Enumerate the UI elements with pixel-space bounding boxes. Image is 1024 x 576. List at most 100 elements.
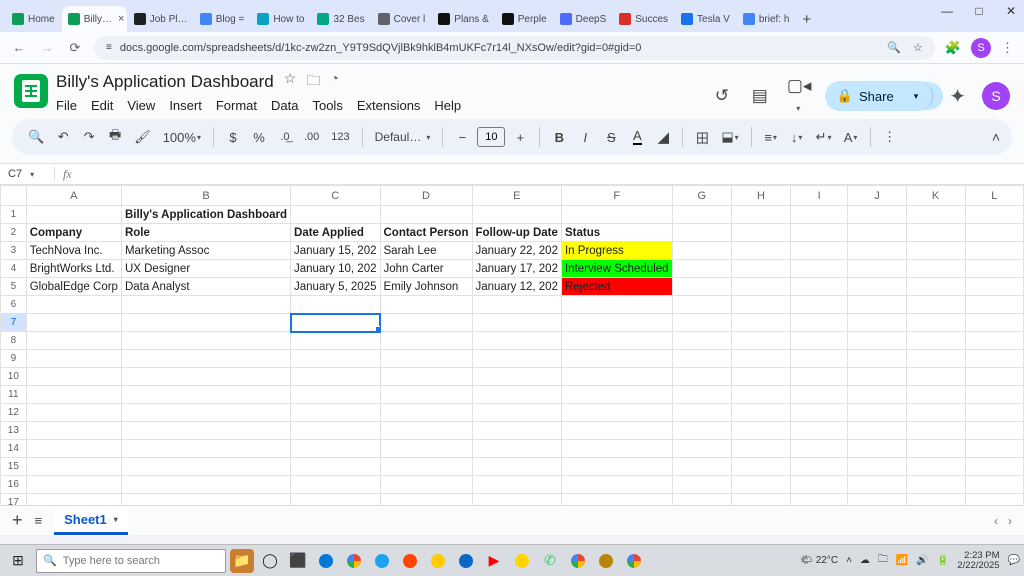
sheet-tab[interactable]: Sheet1 ▾ xyxy=(54,507,128,535)
cell[interactable] xyxy=(291,368,380,386)
cell[interactable] xyxy=(848,350,906,368)
row-header[interactable]: 1 xyxy=(1,206,27,224)
h-align-button[interactable]: ≡▾ xyxy=(760,124,782,150)
menu-item[interactable]: Tools xyxy=(312,98,342,113)
menu-item[interactable]: Help xyxy=(434,98,461,113)
column-header[interactable]: A xyxy=(26,186,121,206)
bold-button[interactable]: B xyxy=(548,124,570,150)
cell[interactable] xyxy=(291,404,380,422)
cell[interactable] xyxy=(472,458,561,476)
cell[interactable] xyxy=(26,440,121,458)
name-box[interactable]: C7▾ xyxy=(0,168,46,180)
cell[interactable] xyxy=(472,494,561,506)
cell[interactable] xyxy=(791,206,848,224)
cell[interactable] xyxy=(291,440,380,458)
cell[interactable] xyxy=(672,332,731,350)
cell[interactable] xyxy=(472,476,561,494)
cell[interactable] xyxy=(121,458,290,476)
cell[interactable] xyxy=(121,314,290,332)
cell[interactable] xyxy=(26,476,121,494)
font-size-input[interactable]: 10 xyxy=(477,127,505,147)
cell[interactable] xyxy=(791,350,848,368)
row-header[interactable]: 10 xyxy=(1,368,27,386)
cell[interactable] xyxy=(848,440,906,458)
cell[interactable] xyxy=(672,350,731,368)
cell[interactable] xyxy=(26,206,121,224)
taskbar-app[interactable] xyxy=(314,549,338,573)
browser-tab[interactable]: Job Pl… xyxy=(128,6,193,32)
cell[interactable] xyxy=(906,296,965,314)
cell[interactable] xyxy=(672,296,731,314)
tray-chevron-icon[interactable]: ˄ xyxy=(846,555,852,566)
wrap-button[interactable]: ↵▾ xyxy=(812,124,836,150)
taskbar-app[interactable] xyxy=(510,549,534,573)
cell[interactable] xyxy=(472,368,561,386)
cell[interactable] xyxy=(26,368,121,386)
row-header[interactable]: 8 xyxy=(1,332,27,350)
cell[interactable] xyxy=(380,386,472,404)
cell[interactable]: Follow-up Date xyxy=(472,224,561,242)
cell[interactable] xyxy=(472,404,561,422)
cell[interactable] xyxy=(848,296,906,314)
cell[interactable] xyxy=(906,224,965,242)
cell[interactable] xyxy=(791,404,848,422)
taskbar-clock[interactable]: 2:23 PM2/22/2025 xyxy=(957,551,999,571)
cell[interactable] xyxy=(472,386,561,404)
cell[interactable] xyxy=(672,404,731,422)
cell[interactable] xyxy=(672,242,731,260)
cell[interactable] xyxy=(848,278,906,296)
taskbar-app[interactable] xyxy=(426,549,450,573)
all-sheets-button[interactable]: ≡ xyxy=(35,513,43,528)
cell[interactable] xyxy=(731,476,790,494)
cell[interactable] xyxy=(380,296,472,314)
cell[interactable] xyxy=(472,440,561,458)
back-button[interactable]: ← xyxy=(10,40,28,55)
tab-close-icon[interactable]: × xyxy=(118,13,124,25)
paint-format-button[interactable]: 🖌 xyxy=(130,124,155,150)
cell[interactable]: January 17, 202 xyxy=(472,260,561,278)
cell[interactable] xyxy=(380,440,472,458)
cell[interactable] xyxy=(965,350,1024,368)
cell[interactable] xyxy=(906,494,965,506)
browser-tab[interactable]: Cover l xyxy=(372,6,432,32)
taskbar-app[interactable]: ▶ xyxy=(482,549,506,573)
cell[interactable]: In Progress xyxy=(561,242,672,260)
browser-tab[interactable]: Succes xyxy=(613,6,674,32)
cell[interactable] xyxy=(731,440,790,458)
cell[interactable]: January 10, 202 xyxy=(291,260,380,278)
menu-item[interactable]: File xyxy=(56,98,77,113)
browser-tab[interactable]: How to xyxy=(251,6,310,32)
print-button[interactable]: 🖶 xyxy=(104,124,126,150)
menu-item[interactable]: Data xyxy=(271,98,298,113)
tray-icon[interactable]: 🗀 xyxy=(878,552,888,569)
cell[interactable] xyxy=(906,476,965,494)
cell[interactable] xyxy=(906,422,965,440)
cell[interactable] xyxy=(472,422,561,440)
cell[interactable] xyxy=(906,404,965,422)
cell[interactable] xyxy=(561,296,672,314)
cell[interactable] xyxy=(561,314,672,332)
taskbar-app[interactable] xyxy=(622,549,646,573)
cell[interactable] xyxy=(26,350,121,368)
cell[interactable] xyxy=(906,278,965,296)
extensions-icon[interactable]: 🧩 xyxy=(945,40,961,56)
cell[interactable] xyxy=(26,314,121,332)
browser-tab[interactable]: Billy…× xyxy=(62,6,127,32)
cell[interactable]: Contact Person xyxy=(380,224,472,242)
taskbar-app[interactable]: ✆ xyxy=(538,549,562,573)
cell[interactable] xyxy=(26,422,121,440)
cell[interactable] xyxy=(791,314,848,332)
cell[interactable] xyxy=(906,206,965,224)
cell[interactable] xyxy=(731,404,790,422)
cell[interactable] xyxy=(672,260,731,278)
cell[interactable] xyxy=(26,494,121,506)
borders-button[interactable]: 田 xyxy=(691,124,713,150)
column-header[interactable]: B xyxy=(121,186,290,206)
cell[interactable] xyxy=(965,476,1024,494)
cell[interactable] xyxy=(121,368,290,386)
cell[interactable] xyxy=(965,242,1024,260)
cell[interactable] xyxy=(791,458,848,476)
tray-icon[interactable]: ☁ xyxy=(860,555,870,566)
rotate-button[interactable]: A▾ xyxy=(840,124,862,150)
merge-button[interactable]: ⬓▾ xyxy=(717,124,742,150)
